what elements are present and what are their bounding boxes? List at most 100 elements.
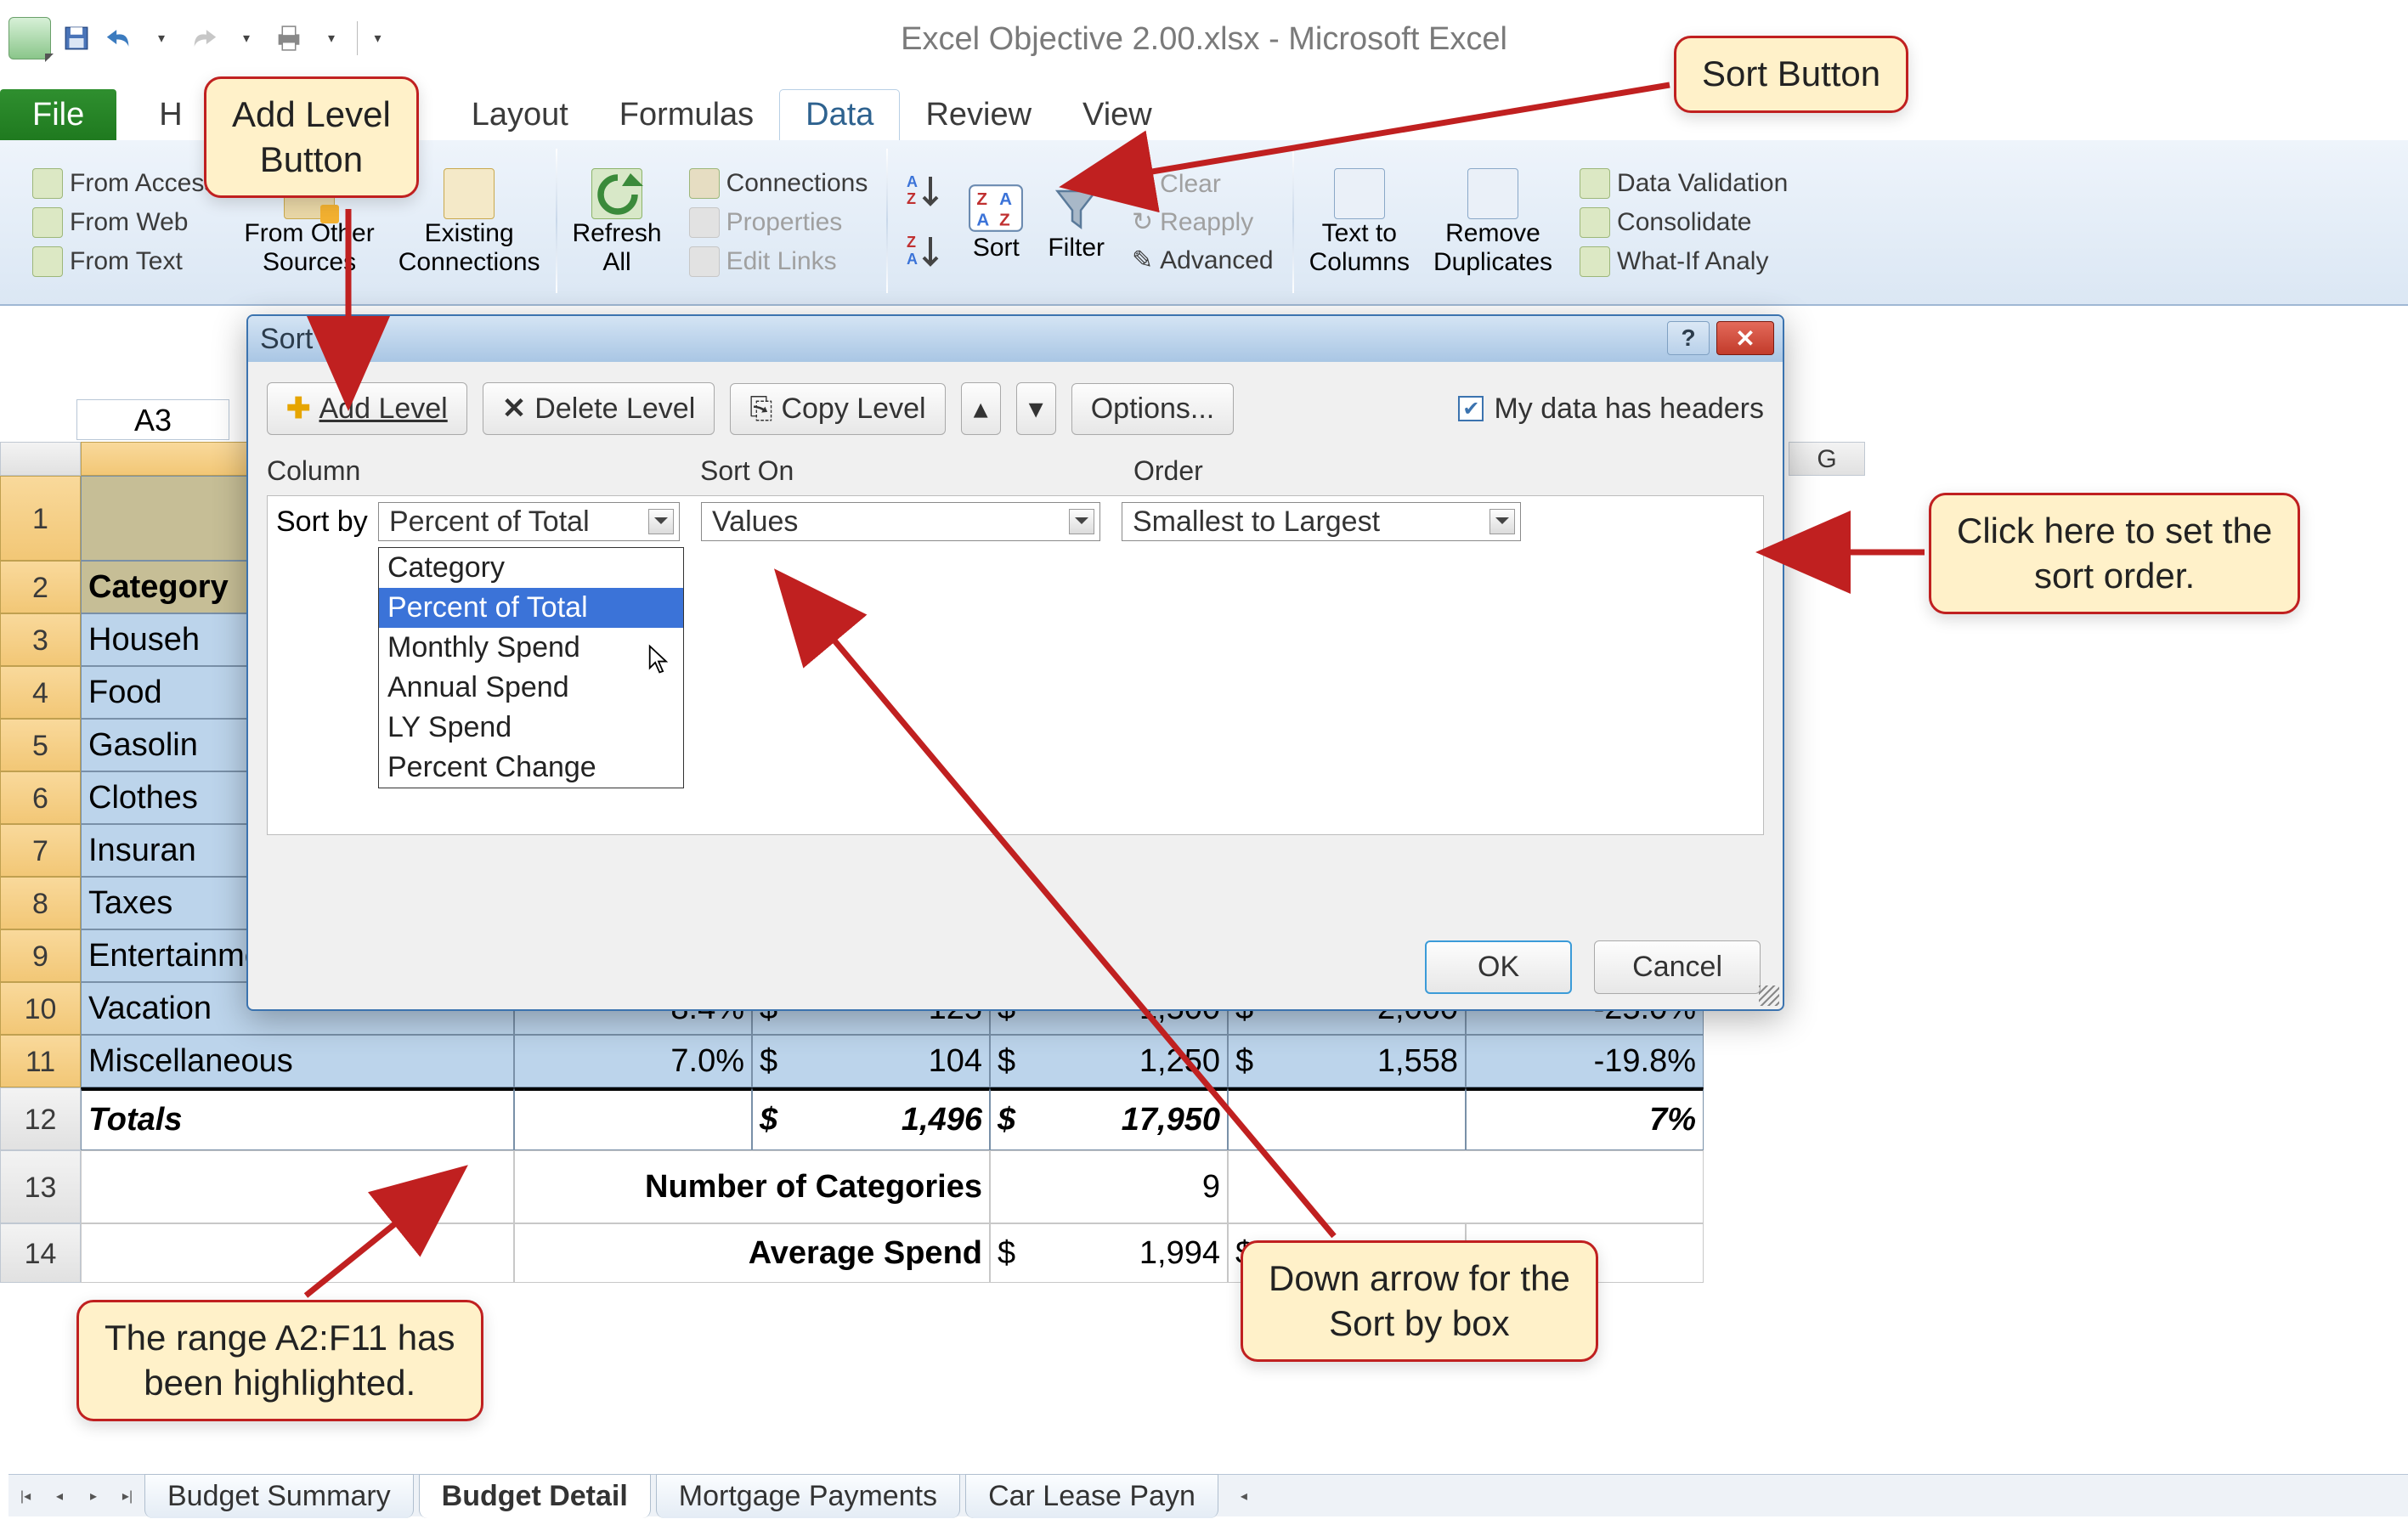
dialog-title-bar[interactable]: Sort ? ✕: [248, 316, 1783, 362]
file-tab[interactable]: File: [0, 89, 116, 140]
cell[interactable]: 7%: [1466, 1087, 1704, 1150]
tab-view[interactable]: View: [1057, 89, 1178, 140]
add-level-button[interactable]: ✚ Add Level: [267, 382, 467, 435]
sort-za-button[interactable]: ZA: [903, 230, 944, 275]
sort-az-button[interactable]: AZ: [903, 170, 944, 215]
sheet-tab[interactable]: Budget Detail: [419, 1474, 651, 1518]
cell[interactable]: $1,250: [990, 1035, 1228, 1087]
row-header-11[interactable]: 11: [0, 1035, 81, 1087]
row-header-12[interactable]: 12: [0, 1087, 81, 1150]
cell[interactable]: Food: [81, 666, 251, 719]
cell[interactable]: [81, 1223, 514, 1283]
cell[interactable]: [1228, 1150, 1704, 1223]
cell[interactable]: Clothes: [81, 771, 251, 824]
tab-nav-last[interactable]: ▸|: [116, 1484, 139, 1508]
tab-home[interactable]: H: [133, 89, 207, 140]
cell[interactable]: Gasolin: [81, 719, 251, 771]
cell[interactable]: [81, 476, 251, 561]
tab-formulas[interactable]: Formulas: [594, 89, 779, 140]
cell-label[interactable]: Average Spend: [514, 1223, 990, 1283]
row-header-5[interactable]: 5: [0, 719, 81, 771]
cell[interactable]: $1,496: [752, 1087, 990, 1150]
move-down-button[interactable]: ▾: [1016, 382, 1056, 435]
row-header-4[interactable]: 4: [0, 666, 81, 719]
chevron-down-icon[interactable]: [1069, 509, 1094, 534]
connections-button[interactable]: Connections: [686, 167, 872, 200]
cell[interactable]: $104: [752, 1035, 990, 1087]
cell[interactable]: [1228, 1087, 1466, 1150]
cell[interactable]: Househ: [81, 613, 251, 666]
name-box[interactable]: A3: [76, 399, 229, 440]
row-header-7[interactable]: 7: [0, 824, 81, 877]
cell[interactable]: $1,558: [1228, 1035, 1466, 1087]
dialog-help-button[interactable]: ?: [1667, 321, 1710, 355]
row-header-8[interactable]: 8: [0, 877, 81, 929]
dialog-close-button[interactable]: ✕: [1716, 321, 1774, 355]
cell[interactable]: [81, 1150, 514, 1223]
text-to-columns-button[interactable]: Text to Columns: [1297, 140, 1422, 304]
tab-scroll-left[interactable]: ◂: [1232, 1484, 1256, 1508]
cell[interactable]: 7.0%: [514, 1035, 752, 1087]
cell[interactable]: $1,994: [990, 1223, 1228, 1283]
from-access-button[interactable]: From Access: [29, 167, 220, 200]
row-header-14[interactable]: 14: [0, 1223, 81, 1283]
col-header[interactable]: [81, 442, 251, 476]
cell[interactable]: Category: [81, 561, 251, 613]
filter-button[interactable]: Filter: [1036, 140, 1116, 304]
col-header-g[interactable]: G: [1789, 442, 1865, 476]
cell[interactable]: $17,950: [990, 1087, 1228, 1150]
row-header-1[interactable]: 1: [0, 476, 81, 561]
row-header-9[interactable]: 9: [0, 929, 81, 982]
cell[interactable]: Miscellaneous: [81, 1035, 514, 1087]
row-header-10[interactable]: 10: [0, 982, 81, 1035]
options-button[interactable]: Options...: [1071, 383, 1235, 435]
sort-by-combo[interactable]: Percent of Total: [378, 502, 680, 541]
tab-nav-next[interactable]: ▸: [82, 1484, 105, 1508]
cell-totals[interactable]: Totals: [81, 1087, 514, 1150]
ok-button[interactable]: OK: [1425, 940, 1572, 994]
dropdown-item[interactable]: LY Spend: [379, 708, 683, 748]
dropdown-item[interactable]: Percent Change: [379, 748, 683, 788]
row-header-2[interactable]: 2: [0, 561, 81, 613]
sheet-tab[interactable]: Mortgage Payments: [656, 1474, 960, 1518]
chevron-down-icon[interactable]: [648, 509, 674, 534]
move-up-button[interactable]: ▴: [961, 382, 1001, 435]
refresh-all-button[interactable]: Refresh All: [561, 140, 674, 304]
sort-on-combo[interactable]: Values: [701, 502, 1100, 541]
sort-by-dropdown[interactable]: Category Percent of Total Monthly Spend …: [378, 547, 684, 788]
sheet-tab[interactable]: Car Lease Payn: [965, 1474, 1218, 1518]
cell-label[interactable]: Number of Categories: [514, 1150, 990, 1223]
order-combo[interactable]: Smallest to Largest: [1122, 502, 1521, 541]
select-all-corner[interactable]: [0, 442, 81, 476]
dropdown-item[interactable]: Category: [379, 548, 683, 588]
whatif-button[interactable]: What-If Analy: [1576, 245, 1772, 279]
headers-checkbox[interactable]: ✔ My data has headers: [1458, 392, 1764, 426]
sheet-tab[interactable]: Budget Summary: [144, 1474, 414, 1518]
row-header-6[interactable]: 6: [0, 771, 81, 824]
cancel-button[interactable]: Cancel: [1594, 940, 1761, 994]
tab-nav-first[interactable]: |◂: [14, 1484, 37, 1508]
remove-duplicates-button[interactable]: Remove Duplicates: [1422, 140, 1564, 304]
data-validation-button[interactable]: Data Validation: [1576, 167, 1791, 200]
sort-button[interactable]: ZAAZ Sort: [956, 140, 1036, 304]
tab-nav-prev[interactable]: ◂: [48, 1484, 71, 1508]
cell[interactable]: [514, 1087, 752, 1150]
consolidate-button[interactable]: Consolidate: [1576, 206, 1755, 240]
from-web-button[interactable]: From Web: [29, 206, 191, 240]
tab-page-layout[interactable]: Layout: [446, 89, 594, 140]
from-text-button[interactable]: From Text: [29, 245, 186, 279]
dropdown-item[interactable]: Annual Spend: [379, 668, 683, 708]
row-header-13[interactable]: 13: [0, 1150, 81, 1223]
advanced-button[interactable]: ✎Advanced: [1128, 244, 1277, 277]
tab-review[interactable]: Review: [900, 89, 1057, 140]
row-header-3[interactable]: 3: [0, 613, 81, 666]
dropdown-item[interactable]: Monthly Spend: [379, 628, 683, 668]
copy-level-button[interactable]: ⎘ Copy Level: [730, 383, 945, 435]
cell[interactable]: 9: [990, 1150, 1228, 1223]
delete-level-button[interactable]: ✕ Delete Level: [483, 382, 715, 435]
chevron-down-icon[interactable]: [1489, 509, 1515, 534]
cell[interactable]: Taxes: [81, 877, 251, 929]
cell[interactable]: -19.8%: [1466, 1035, 1704, 1087]
tab-data[interactable]: Data: [779, 89, 900, 140]
resize-grip[interactable]: [1759, 985, 1779, 1006]
